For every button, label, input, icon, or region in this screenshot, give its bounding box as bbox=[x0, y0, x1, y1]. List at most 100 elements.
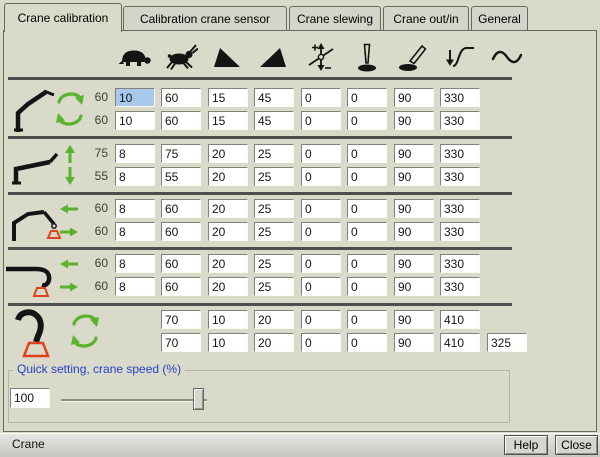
param-input-g2-r1-c4[interactable] bbox=[254, 144, 294, 163]
param-input-g3-r1-c8[interactable] bbox=[440, 199, 480, 218]
param-input-g3-r1-c3[interactable] bbox=[208, 199, 248, 218]
sine-wave-icon bbox=[490, 42, 524, 72]
param-input-g2-r2-c8[interactable] bbox=[440, 167, 480, 186]
param-input-g3-r1-c5[interactable] bbox=[301, 199, 341, 218]
param-input-g4-r2-c2[interactable] bbox=[161, 277, 201, 296]
param-input-g3-r2-c5[interactable] bbox=[301, 222, 341, 241]
param-input-g4-r1-c1[interactable] bbox=[115, 254, 155, 273]
param-input-g1-r2-c8[interactable] bbox=[440, 111, 480, 130]
param-input-g2-r1-c3[interactable] bbox=[208, 144, 248, 163]
param-input-g4-r1-c6[interactable] bbox=[347, 254, 387, 273]
param-input-g2-r2-c4[interactable] bbox=[254, 167, 294, 186]
param-input-g1-r1-c4[interactable] bbox=[254, 88, 294, 107]
crane-boom-raised-icon bbox=[8, 85, 56, 133]
param-input-g5-r2-c4[interactable] bbox=[254, 333, 294, 352]
crane-speed-input[interactable] bbox=[10, 388, 50, 408]
param-input-g1-r1-c3[interactable] bbox=[208, 88, 248, 107]
param-input-g4-r2-c8[interactable] bbox=[440, 277, 480, 296]
arrow-left-icon bbox=[58, 203, 80, 215]
param-input-g4-r2-c6[interactable] bbox=[347, 277, 387, 296]
param-input-g3-r1-c1[interactable] bbox=[115, 199, 155, 218]
extension-boom-grapple-icon bbox=[4, 252, 64, 298]
param-input-g4-r1-c3[interactable] bbox=[208, 254, 248, 273]
crane-jib-grapple-icon bbox=[6, 197, 64, 243]
param-input-g3-r2-c2[interactable] bbox=[161, 222, 201, 241]
separator bbox=[8, 247, 512, 250]
param-input-g3-r1-c7[interactable] bbox=[394, 199, 434, 218]
crane-calibration-window: Crane calibration Calibration crane sens… bbox=[0, 0, 600, 457]
param-input-g5-r1-c7[interactable] bbox=[394, 310, 434, 329]
param-input-g1-r2-c6[interactable] bbox=[347, 111, 387, 130]
param-input-g5-r1-c5[interactable] bbox=[301, 310, 341, 329]
close-button[interactable]: Close bbox=[555, 435, 598, 455]
tab-label: Crane slewing bbox=[297, 12, 373, 26]
param-input-g5-r2-c2[interactable] bbox=[161, 333, 201, 352]
param-input-g2-r2-c7[interactable] bbox=[394, 167, 434, 186]
param-input-g3-r2-c7[interactable] bbox=[394, 222, 434, 241]
param-input-g5-r2-c6[interactable] bbox=[347, 333, 387, 352]
param-input-g3-r2-c3[interactable] bbox=[208, 222, 248, 241]
crane-speed-slider-thumb[interactable] bbox=[193, 388, 204, 410]
param-input-g2-r2-c3[interactable] bbox=[208, 167, 248, 186]
param-input-g1-r2-c3[interactable] bbox=[208, 111, 248, 130]
grapple-rotator-icon bbox=[10, 306, 60, 358]
param-input-g3-r2-c8[interactable] bbox=[440, 222, 480, 241]
help-button[interactable]: Help bbox=[504, 435, 548, 455]
param-input-g1-r2-c7[interactable] bbox=[394, 111, 434, 130]
param-input-g2-r2-c2[interactable] bbox=[161, 167, 201, 186]
param-input-g2-r1-c1[interactable] bbox=[115, 144, 155, 163]
param-input-g2-r2-c1[interactable] bbox=[115, 167, 155, 186]
param-input-g5-r2-c3[interactable] bbox=[208, 333, 248, 352]
param-input-g4-r1-c4[interactable] bbox=[254, 254, 294, 273]
param-input-g1-r2-c5[interactable] bbox=[301, 111, 341, 130]
param-input-g4-r2-c7[interactable] bbox=[394, 277, 434, 296]
param-input-g2-r2-c5[interactable] bbox=[301, 167, 341, 186]
param-input-g3-r1-c2[interactable] bbox=[161, 199, 201, 218]
status-text: Crane bbox=[12, 437, 45, 451]
param-input-g1-r2-c1[interactable] bbox=[115, 111, 155, 130]
param-input-g5-r1-c4[interactable] bbox=[254, 310, 294, 329]
param-input-g1-r1-c5[interactable] bbox=[301, 88, 341, 107]
param-input-g5-r1-c2[interactable] bbox=[161, 310, 201, 329]
param-input-g3-r2-c1[interactable] bbox=[115, 222, 155, 241]
param-input-g3-r1-c4[interactable] bbox=[254, 199, 294, 218]
param-input-g4-r2-c1[interactable] bbox=[115, 277, 155, 296]
param-input-g5-r1-c6[interactable] bbox=[347, 310, 387, 329]
param-input-g4-r1-c7[interactable] bbox=[394, 254, 434, 273]
param-input-g4-r1-c2[interactable] bbox=[161, 254, 201, 273]
param-input-g1-r1-c8[interactable] bbox=[440, 88, 480, 107]
param-input-g1-r1-c1[interactable] bbox=[115, 88, 155, 107]
param-input-g3-r2-c6[interactable] bbox=[347, 222, 387, 241]
param-input-g2-r1-c8[interactable] bbox=[440, 144, 480, 163]
param-input-g2-r1-c6[interactable] bbox=[347, 144, 387, 163]
param-input-g5-r2-c8[interactable] bbox=[440, 333, 480, 352]
param-input-g4-r1-c5[interactable] bbox=[301, 254, 341, 273]
param-input-g3-r1-c6[interactable] bbox=[347, 199, 387, 218]
param-input-g2-r1-c2[interactable] bbox=[161, 144, 201, 163]
param-input-g4-r2-c5[interactable] bbox=[301, 277, 341, 296]
param-input-g5-r1-c8[interactable] bbox=[440, 310, 480, 329]
param-input-g1-r2-c2[interactable] bbox=[161, 111, 201, 130]
param-input-g5-r1-c3[interactable] bbox=[208, 310, 248, 329]
param-input-g1-r1-c2[interactable] bbox=[161, 88, 201, 107]
param-input-g1-r1-c7[interactable] bbox=[394, 88, 434, 107]
tab-general[interactable]: General bbox=[471, 6, 528, 30]
param-input-g2-r1-c7[interactable] bbox=[394, 144, 434, 163]
param-input-g1-r1-c6[interactable] bbox=[347, 88, 387, 107]
tab-crane-calibration[interactable]: Crane calibration bbox=[4, 3, 122, 32]
param-input-g2-r1-c5[interactable] bbox=[301, 144, 341, 163]
param-input-g4-r2-c3[interactable] bbox=[208, 277, 248, 296]
param-input-g5-r2-c7[interactable] bbox=[394, 333, 434, 352]
param-input-g3-r2-c4[interactable] bbox=[254, 222, 294, 241]
ramp-right-icon bbox=[257, 42, 291, 72]
param-input-g5-r2-c9[interactable] bbox=[487, 333, 527, 352]
param-input-g2-r2-c6[interactable] bbox=[347, 167, 387, 186]
param-input-g1-r2-c4[interactable] bbox=[254, 111, 294, 130]
tab-crane-out-in[interactable]: Crane out/in bbox=[383, 6, 469, 30]
tab-crane-slewing[interactable]: Crane slewing bbox=[289, 6, 381, 30]
param-input-g4-r2-c4[interactable] bbox=[254, 277, 294, 296]
param-input-g5-r2-c5[interactable] bbox=[301, 333, 341, 352]
crane-speed-slider-track[interactable] bbox=[61, 399, 207, 402]
tab-calibration-crane-sensor[interactable]: Calibration crane sensor bbox=[123, 6, 287, 30]
param-input-g4-r1-c8[interactable] bbox=[440, 254, 480, 273]
